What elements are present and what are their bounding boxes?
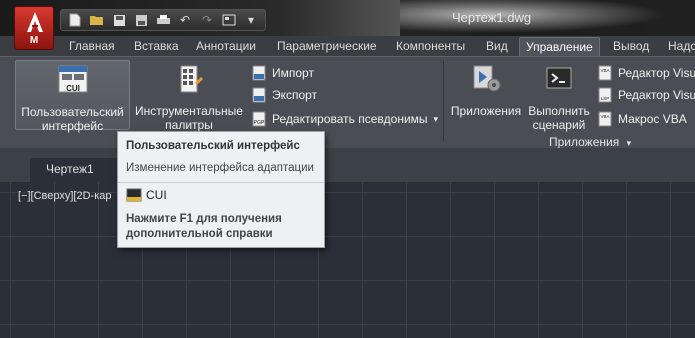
tab-view[interactable]: Вид bbox=[486, 37, 508, 56]
dropdown-icon[interactable]: ▾ bbox=[241, 11, 261, 29]
export-icon bbox=[252, 87, 266, 103]
edit-aliases-label: Редактировать псевдонимы bbox=[272, 112, 428, 126]
export-label: Экспорт bbox=[272, 88, 318, 102]
quick-access-toolbar: ↶ ↷ ▾ bbox=[60, 9, 266, 31]
undo-icon[interactable]: ↶ bbox=[175, 11, 195, 29]
command-line-icon bbox=[126, 188, 142, 202]
run-script-button[interactable]: Выполнить сценарий bbox=[524, 60, 594, 132]
panel-separator bbox=[443, 61, 444, 141]
svg-text:VBA: VBA bbox=[600, 68, 609, 73]
vba-macro-icon: VBA bbox=[598, 111, 612, 127]
export-button[interactable]: Экспорт bbox=[251, 85, 317, 105]
edit-aliases-dropdown-icon[interactable]: ▾ bbox=[434, 114, 439, 125]
tab-components[interactable]: Компоненты bbox=[396, 37, 465, 56]
save-as-icon[interactable] bbox=[131, 11, 151, 29]
applications-panel-label: Приложения bbox=[549, 135, 620, 149]
drawing-canvas[interactable] bbox=[0, 182, 695, 338]
tooltip-divider bbox=[118, 182, 324, 183]
tab-parametric[interactable]: Параметрические bbox=[277, 37, 377, 56]
ribbon-tab-bar: Главная Вставка Аннотации Параметрически… bbox=[0, 36, 695, 56]
window-title: Чертеж1.dwg bbox=[452, 10, 532, 25]
redo-icon[interactable]: ↷ bbox=[197, 11, 217, 29]
run-script-icon bbox=[546, 67, 572, 89]
tab-output[interactable]: Вывод bbox=[613, 37, 649, 56]
vba-editor-icon: VBA bbox=[598, 65, 612, 81]
tooltip-help-line-1: Нажмите F1 для получения bbox=[126, 213, 282, 225]
user-interface-label-2: интерфейс bbox=[41, 119, 104, 133]
tool-palettes-button[interactable]: Инструментальные палитры bbox=[133, 60, 245, 132]
import-button[interactable]: Импорт bbox=[251, 63, 314, 83]
vba-macro-label: Макрос VBA bbox=[618, 112, 687, 126]
run-script-label-2: сценарий bbox=[532, 118, 586, 132]
tab-home[interactable]: Главная bbox=[69, 37, 115, 56]
svg-text:PGP: PGP bbox=[254, 120, 265, 126]
user-interface-label-1: Пользовательский bbox=[21, 105, 124, 119]
edit-aliases-icon: PGP bbox=[252, 111, 266, 127]
vba-editor-button[interactable]: VBA Редактор Visu bbox=[597, 63, 695, 83]
application-menu-button[interactable]: M bbox=[14, 6, 54, 50]
tab-manage[interactable]: Управление bbox=[519, 37, 600, 56]
cui-icon: CUI bbox=[58, 65, 87, 93]
svg-text:LSP: LSP bbox=[601, 96, 610, 101]
tool-palettes-label-1: Инструментальные bbox=[135, 104, 243, 118]
user-interface-button[interactable]: CUI Пользовательский интерфейс bbox=[15, 60, 130, 133]
import-label: Импорт bbox=[272, 66, 314, 80]
tab-addins[interactable]: Надс bbox=[668, 37, 695, 56]
svg-text:VBA: VBA bbox=[600, 114, 609, 119]
run-script-label-1: Выполнить bbox=[528, 104, 590, 118]
tooltip-description: Изменение интерфейса адаптации bbox=[126, 162, 314, 174]
tab-insert[interactable]: Вставка bbox=[134, 37, 179, 56]
tool-palettes-label-2: палитры bbox=[165, 118, 213, 132]
tooltip-command: CUI bbox=[126, 188, 167, 202]
tooltip-help-text: Нажмите F1 для получения дополнительной … bbox=[126, 212, 326, 242]
ribbon-panel: CUI Пользовательский интерфейс Инструмен… bbox=[0, 56, 695, 149]
import-icon bbox=[252, 65, 266, 81]
vbs-editor-label: Редактор Visu bbox=[618, 88, 695, 102]
cui-icon-text: CUI bbox=[66, 84, 80, 93]
file-tab-bar: Чертеж1 bbox=[0, 148, 695, 182]
new-icon[interactable] bbox=[65, 11, 85, 29]
file-tab-drawing1[interactable]: Чертеж1 bbox=[30, 158, 120, 182]
edit-aliases-button[interactable]: PGP Редактировать псевдонимы ▾ bbox=[251, 109, 438, 129]
tooltip-help-line-2: дополнительной справки bbox=[126, 228, 273, 240]
vbs-editor-button[interactable]: LSP Редактор Visu bbox=[597, 85, 695, 105]
applications-label: Приложения bbox=[450, 104, 522, 118]
tooltip: Пользовательский интерфейс Изменение инт… bbox=[117, 131, 325, 248]
print-icon[interactable] bbox=[153, 11, 173, 29]
title-bar-background bbox=[400, 0, 695, 36]
panel-expand-icon[interactable]: ▾ bbox=[627, 138, 632, 148]
vba-editor-label: Редактор Visu bbox=[618, 66, 695, 80]
tab-annotate[interactable]: Аннотации bbox=[196, 37, 256, 56]
applications-button[interactable]: Приложения bbox=[448, 60, 524, 130]
open-icon[interactable] bbox=[87, 11, 107, 29]
tooltip-command-name: CUI bbox=[146, 188, 167, 202]
workspace-icon[interactable] bbox=[219, 11, 239, 29]
save-icon[interactable] bbox=[109, 11, 129, 29]
app-menu-letter: M bbox=[29, 35, 39, 46]
applications-icon bbox=[473, 65, 501, 92]
autocad-logo-icon bbox=[27, 12, 43, 32]
viewport-controls[interactable]: [−][Сверху][2D-кар bbox=[18, 190, 112, 202]
vba-macro-button[interactable]: VBA Макрос VBA bbox=[597, 109, 687, 129]
tooltip-title: Пользовательский интерфейс bbox=[126, 140, 300, 152]
tool-palettes-icon bbox=[180, 65, 203, 93]
lisp-editor-icon: LSP bbox=[598, 87, 612, 103]
applications-panel-title[interactable]: Приложения ▾ bbox=[549, 135, 631, 149]
